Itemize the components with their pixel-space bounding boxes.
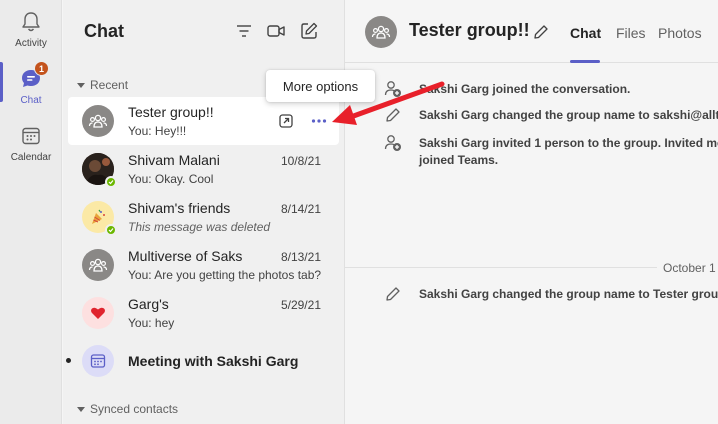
event-text-line1: Sakshi Garg invited 1 person to the grou… <box>419 136 718 150</box>
chat-row-multiverse-of-saks[interactable]: Multiverse of Saks You: Are you getting … <box>68 241 339 289</box>
event-text: Sakshi Garg invited 1 person to the grou… <box>419 135 718 169</box>
section-synced-contacts[interactable]: Synced contacts <box>77 402 178 416</box>
chevron-down-icon <box>77 82 85 88</box>
app-rail: Activity 1 Chat Calendar <box>0 0 62 424</box>
chevron-down-icon <box>77 406 85 412</box>
rail-item-calendar[interactable]: Calendar <box>0 124 62 180</box>
rail-label-chat: Chat <box>20 95 42 106</box>
chat-row-shivams-friends[interactable]: Shivam's friends This message was delete… <box>68 193 339 241</box>
unread-indicator <box>66 358 71 363</box>
party-icon <box>82 201 117 236</box>
tab-chat[interactable]: Chat <box>570 25 601 41</box>
group-icon <box>82 249 114 281</box>
chat-row-name: Meeting with Sakshi Garg <box>128 353 299 369</box>
event-text: Sakshi Garg changed the group name to sa… <box>419 108 718 122</box>
chat-row-date: 8/13/21 <box>280 250 321 264</box>
calendar-icon <box>19 124 43 148</box>
avatar <box>82 153 117 188</box>
chat-row-gargs[interactable]: Garg's You: hey 5/29/21 <box>68 289 339 337</box>
chat-row-preview: You: Are you getting the photos tab? <box>128 268 322 282</box>
conversation-header: Tester group!! Chat Files Photos <box>345 0 718 63</box>
panel-title: Chat <box>84 21 124 41</box>
chat-row-date: 8/14/21 <box>280 202 321 216</box>
section-synced-label: Synced contacts <box>90 402 179 416</box>
new-chat-icon[interactable] <box>298 20 320 42</box>
pop-out-icon[interactable] <box>276 111 296 131</box>
rail-item-chat[interactable]: 1 Chat <box>0 61 62 123</box>
rail-item-activity[interactable]: Activity <box>0 10 62 66</box>
event-text-line2: joined Teams. <box>419 153 499 167</box>
video-call-icon[interactable] <box>265 20 287 42</box>
event-text: Sakshi Garg changed the group name to Te… <box>419 287 718 301</box>
event-text: Sakshi Garg joined the conversation. <box>419 82 631 96</box>
section-recent-label: Recent <box>90 78 129 92</box>
edit-name-pencil-icon[interactable] <box>531 22 551 42</box>
more-options-icon[interactable] <box>309 111 329 131</box>
chat-row-preview: You: Okay. Cool <box>128 172 214 186</box>
conversation-title: Tester group!! <box>409 20 530 40</box>
group-icon <box>365 16 397 48</box>
chat-row-name: Multiverse of Saks <box>128 248 243 264</box>
chat-row-date: 5/29/21 <box>280 298 321 312</box>
tab-files[interactable]: Files <box>616 25 646 41</box>
conversation-pane: Tester group!! Chat Files Photos Sakshi … <box>344 0 718 424</box>
date-divider-label: October 1 <box>657 261 718 275</box>
rail-label-activity: Activity <box>15 38 47 49</box>
filter-icon[interactable] <box>233 20 255 42</box>
rail-label-calendar: Calendar <box>10 152 52 163</box>
chat-row-name: Garg's <box>128 296 169 312</box>
chat-row-tester-group[interactable]: Tester group!! You: Hey!!! <box>68 97 339 145</box>
chat-row-preview: This message was deleted <box>128 220 271 234</box>
chat-row-shivam-malani[interactable]: Shivam Malani You: Okay. Cool 10/8/21 <box>68 145 339 193</box>
chat-icon: 1 <box>19 61 49 91</box>
presence-available-icon <box>105 176 117 188</box>
section-recent[interactable]: Recent <box>77 78 128 92</box>
meeting-calendar-icon <box>82 345 114 377</box>
chat-unread-badge: 1 <box>34 61 49 76</box>
active-tab-indicator <box>570 60 600 63</box>
annotation-arrow <box>332 81 445 125</box>
chat-row-preview: You: Hey!!! <box>128 124 187 138</box>
chat-row-preview: You: hey <box>128 316 175 330</box>
chat-row-date: 10/8/21 <box>280 154 321 168</box>
pencil-icon <box>383 284 403 304</box>
bell-icon <box>19 10 43 34</box>
chat-row-name: Shivam's friends <box>128 200 231 216</box>
group-icon <box>82 105 114 137</box>
tab-photos[interactable]: Photos <box>658 25 702 41</box>
chat-list-panel: Chat Recent Tester group!! You: Hey!!! S… <box>63 0 344 424</box>
person-add-icon <box>383 133 403 153</box>
chat-row-meeting[interactable]: Meeting with Sakshi Garg <box>66 337 339 385</box>
chat-row-name: Tester group!! <box>128 104 214 120</box>
chat-row-name: Shivam Malani <box>128 152 220 168</box>
heart-icon <box>82 297 114 329</box>
presence-available-icon <box>105 224 117 236</box>
